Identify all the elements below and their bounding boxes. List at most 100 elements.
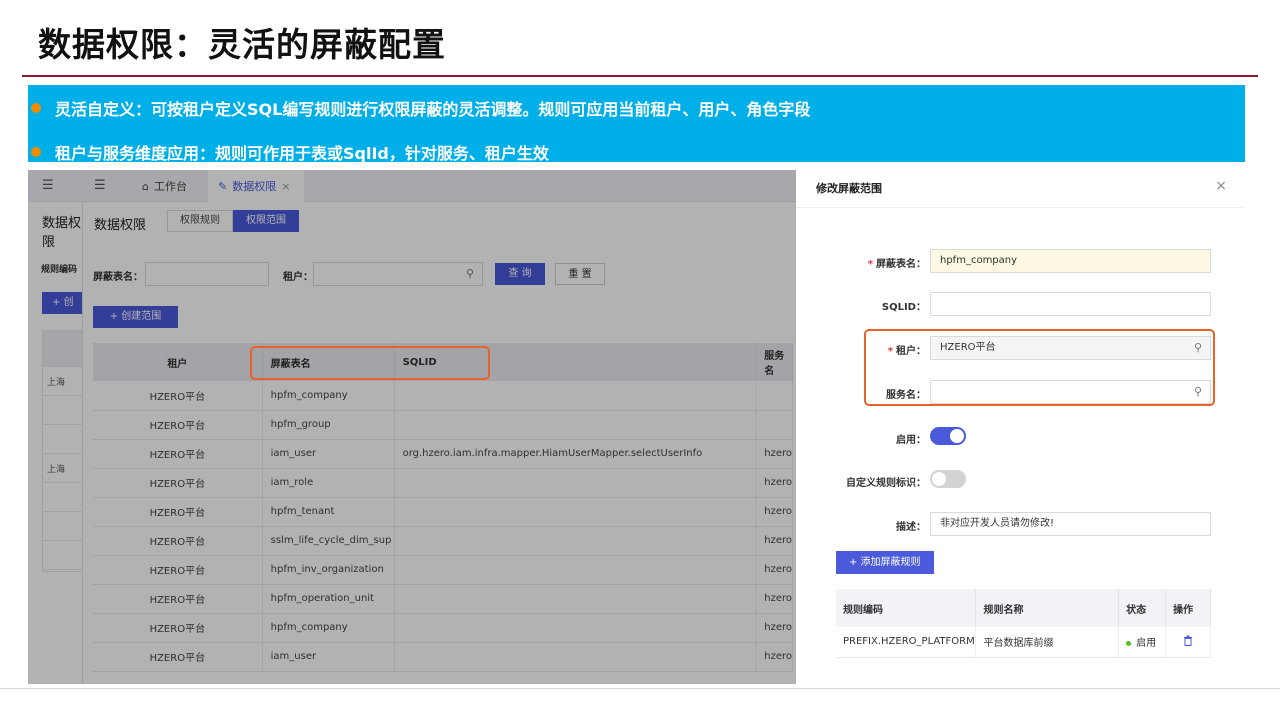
table-name-cell: hpfm_group [262,410,395,440]
main-panel: 数据权限 权限规则 权限范围 屏蔽表名： 租户： ⚲ 查 询 重 置 + 创建范… [83,202,796,684]
table-name-cell: hpfm_company [262,381,395,411]
left-table-row[interactable] [43,483,82,512]
left-panel: 数据权限 规则编码 + 创 上海 上海 [28,202,83,684]
service-cell: hzero [755,555,793,585]
create-rule-button[interactable]: + 创 [42,292,82,314]
rule-table-header: 规则编码 规则名称 状态 操作 [836,589,1211,627]
table-name-label: * 屏蔽表名： [867,259,926,270]
table-name-cell: hpfm_operation_unit [262,584,395,614]
table-row[interactable]: HZERO平台 hpfm_group [93,410,793,440]
reset-button[interactable]: 重 置 [555,263,605,285]
filter-table-label: 屏蔽表名： [93,272,143,283]
tab-workbench-label: 工作台 [153,180,187,193]
table-row[interactable]: HZERO平台 iam_user org.hzero.iam.infra.mappe… [93,439,793,469]
bullet-2-text: 租户与服务维度应用：规则可作用于表或SqlId，针对服务、租户生效 [55,144,549,163]
close-icon[interactable]: × [1215,178,1227,194]
sqlid-cell [394,468,757,498]
left-table: 上海 上海 [42,330,83,572]
slide-title: 数据权限：灵活的屏蔽配置 [38,25,446,64]
service-cell: hzero [755,439,793,469]
add-mask-rule-button[interactable]: + 添加屏蔽规则 [836,551,934,574]
status-dot-icon [1126,640,1132,646]
table-row[interactable]: HZERO平台 hpfm_operation_unit hzero [93,584,793,614]
service-cell: hzero [755,468,793,498]
sqlid-cell: org.hzero.iam.infra.mapper.HiamUserMappe… [394,439,757,469]
app-screenshot: ☰ ☰ ⌂ 工作台 ✎ 数据权限 × 数据权限 规则编码 + 创 上海 上海 数… [28,170,796,684]
trash-icon[interactable] [1183,635,1193,646]
left-table-row[interactable]: 上海 [43,367,82,396]
sqlid-cell [394,613,757,643]
service-cell: hzero [755,584,793,614]
table-row[interactable]: HZERO平台 sslm_life_cycle_dim_sup hzero [93,526,793,556]
app-topbar: ☰ ☰ ⌂ 工作台 ✎ 数据权限 × [28,170,796,202]
menu-icon[interactable]: ☰ [42,178,54,193]
left-table-row[interactable] [43,512,82,541]
table-row[interactable]: HZERO平台 hpfm_company hzero [93,613,793,643]
edit-scope-modal: 修改屏蔽范围 × * 屏蔽表名： hpfm_company SQLID： * 租户：… [796,170,1245,684]
sqlid-input[interactable] [930,292,1211,316]
col-rule-name: 规则名称 [975,589,1120,627]
left-table-row[interactable] [43,425,82,454]
rule-action-cell [1165,627,1211,658]
rule-table-row[interactable]: PREFIX.HZERO_PLATFORM 平台数据库前缀 启用 [836,627,1211,658]
main-tabs: 权限规则 权限范围 [167,210,299,232]
table-name-cell: iam_user [262,642,395,672]
service-cell [755,410,793,440]
tenant-cell: HZERO平台 [93,381,263,411]
col-status: 状态 [1118,589,1167,627]
highlight-box-tenant-service [864,329,1215,406]
col-rule-code: 规则编码 [836,589,977,627]
filter-table-input[interactable] [145,262,269,286]
modal-title: 修改屏蔽范围 [816,182,882,195]
service-cell [755,381,793,411]
sqlid-cell [394,497,757,527]
rule-name-cell: 平台数据库前缀 [975,627,1120,658]
custom-rule-toggle[interactable] [930,470,966,488]
sqlid-label: SQLID： [881,302,926,313]
sqlid-cell [394,642,757,672]
filter-tenant-input[interactable]: ⚲ [313,262,483,286]
table-row[interactable]: HZERO平台 iam_user hzero [93,642,793,672]
left-panel-title: 数据权限 [42,216,82,250]
col-action: 操作 [1165,589,1211,627]
table-name-cell: iam_user [262,439,395,469]
table-row[interactable]: HZERO平台 iam_role hzero [93,468,793,498]
tenant-cell: HZERO平台 [93,468,263,498]
tab-workbench[interactable]: ⌂ 工作台 [132,170,197,202]
tab-permission-rules[interactable]: 权限规则 [167,210,233,232]
menu-collapse-icon[interactable]: ☰ [94,178,106,193]
sqlid-cell [394,526,757,556]
description-input[interactable]: 非对应开发人员请勿修改! [930,512,1211,536]
bullet-1-text: 灵活自定义：可按租户定义SQL编写规则进行权限屏蔽的灵活调整。规则可应用当前租户… [55,100,811,119]
table-name-cell: hpfm_inv_organization [262,555,395,585]
query-button[interactable]: 查 询 [495,263,545,285]
main-panel-title: 数据权限 [94,218,147,233]
table-row[interactable]: HZERO平台 hpfm_inv_organization hzero [93,555,793,585]
rule-status-cell: 启用 [1118,627,1167,658]
tab-data-permission[interactable]: ✎ 数据权限 × [208,170,304,202]
bullet-dot-icon [31,103,41,113]
tenant-cell: HZERO平台 [93,497,263,527]
tab-data-permission-label: 数据权限 [232,180,277,193]
table-name-cell: hpfm_company [262,613,395,643]
highlight-box-columns [250,346,490,380]
left-table-row[interactable] [43,541,82,570]
search-icon[interactable]: ⚲ [466,267,474,280]
create-scope-button[interactable]: + 创建范围 [93,306,178,328]
tab-permission-scope[interactable]: 权限范围 [233,210,299,232]
tenant-cell: HZERO平台 [93,642,263,672]
table-name-cell: hpfm_tenant [262,497,395,527]
enabled-toggle[interactable] [930,427,966,445]
tenant-cell: HZERO平台 [93,613,263,643]
table-row[interactable]: HZERO平台 hpfm_tenant hzero [93,497,793,527]
rule-code-cell: PREFIX.HZERO_PLATFORM [836,627,977,658]
left-table-row[interactable] [43,396,82,425]
enabled-label: 启用： [896,435,926,446]
sqlid-cell [394,555,757,585]
table-name-input[interactable]: hpfm_company [930,249,1211,273]
tab-close-icon[interactable]: × [281,180,290,193]
left-table-row[interactable]: 上海 [43,454,82,483]
table-row[interactable]: HZERO平台 hpfm_company [93,381,793,411]
sqlid-cell [394,410,757,440]
service-cell: hzero [755,642,793,672]
